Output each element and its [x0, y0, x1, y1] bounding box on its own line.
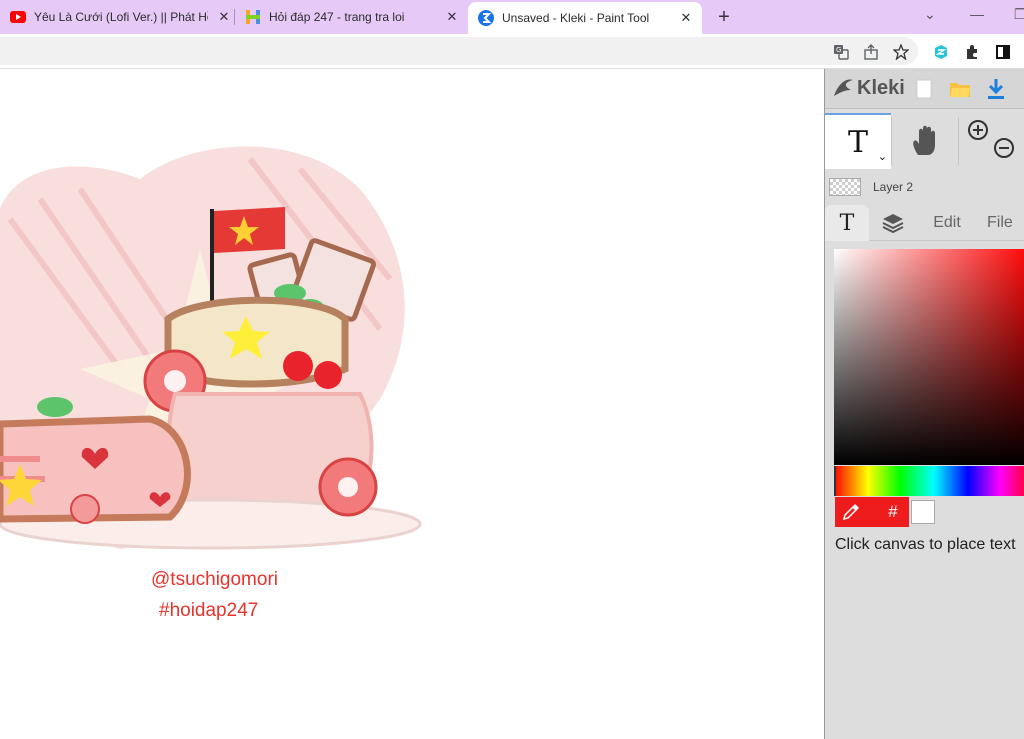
- secondary-color-swatch[interactable]: [911, 500, 935, 524]
- hand-icon: [913, 125, 935, 155]
- tab-hoidap247[interactable]: Hỏi đáp 247 - trang tra loi ✕: [245, 0, 460, 34]
- new-file-icon: [916, 79, 932, 99]
- eyedropper-icon: [842, 503, 860, 521]
- cake-illustration: [0, 146, 422, 550]
- tool-row: T ⌄: [825, 113, 1024, 169]
- eyedropper-button[interactable]: [835, 497, 867, 527]
- side-panel-icon[interactable]: [994, 43, 1012, 61]
- chevron-down-icon[interactable]: ⌄: [878, 150, 887, 163]
- hand-tool-button[interactable]: [892, 113, 958, 169]
- bookmark-star-icon[interactable]: [892, 43, 910, 61]
- browser-toolbar: G: [0, 34, 1024, 68]
- text-tool-hint: Click canvas to place text: [835, 536, 1016, 553]
- download-icon: [988, 79, 1004, 99]
- color-controls: #: [835, 497, 1024, 527]
- tab-title: Yêu Là Cưới (Lofi Ver.) || Phát Hồ: [34, 10, 208, 24]
- tab-youtube[interactable]: Yêu Là Cưới (Lofi Ver.) || Phát Hồ ✕: [10, 0, 232, 34]
- restore-button[interactable]: ❐: [1014, 6, 1024, 23]
- tab-title: Hỏi đáp 247 - trang tra loi: [269, 10, 405, 24]
- hoidap-icon: [245, 9, 261, 25]
- kleki-sidebar: Kleki T ⌄ Layer 2 T Edit File # Click ca…: [824, 69, 1024, 739]
- tab-title: Unsaved - Kleki - Paint Tool: [502, 11, 650, 25]
- kleki-logo-text: Kleki: [857, 76, 905, 99]
- youtube-icon: [10, 9, 26, 25]
- close-tab-icon[interactable]: ✕: [678, 10, 694, 26]
- translate-icon[interactable]: G: [832, 43, 850, 61]
- hex-input-button[interactable]: #: [877, 497, 909, 527]
- layer-name: Layer 2: [873, 180, 914, 194]
- address-bar[interactable]: [0, 37, 918, 65]
- zoom-controls: [959, 113, 1024, 169]
- credit-username: @tsuchigomori: [151, 569, 278, 590]
- zoom-in-icon[interactable]: [967, 119, 989, 141]
- kleki-header: Kleki: [825, 69, 1024, 109]
- panel-tabs: T Edit File: [825, 205, 1024, 241]
- share-icon[interactable]: [862, 43, 880, 61]
- text-tool-button[interactable]: T ⌄: [825, 113, 891, 169]
- text-tab-icon: T: [839, 210, 855, 236]
- tab-file[interactable]: File: [987, 205, 1024, 241]
- active-layer-row[interactable]: Layer 2: [825, 173, 1024, 201]
- tab-layers[interactable]: [871, 205, 915, 241]
- tab-kleki[interactable]: Unsaved - Kleki - Paint Tool ✕: [468, 2, 702, 34]
- minimize-button[interactable]: —: [970, 6, 984, 22]
- new-image-button[interactable]: [909, 75, 939, 103]
- hue-slider[interactable]: [834, 466, 1024, 496]
- open-file-button[interactable]: [945, 75, 975, 103]
- kleki-logo[interactable]: Kleki: [831, 76, 905, 100]
- hue-slider-handle[interactable]: [834, 466, 836, 496]
- text-tool-icon: T: [847, 124, 868, 160]
- tab-separator: [234, 9, 235, 25]
- zoom-out-icon[interactable]: [993, 137, 1015, 159]
- new-tab-button[interactable]: +: [712, 5, 736, 29]
- extension-icon[interactable]: [932, 43, 950, 61]
- save-button[interactable]: [981, 75, 1011, 103]
- tab-edit[interactable]: Edit: [923, 205, 971, 241]
- tab-text-settings[interactable]: T: [825, 205, 869, 241]
- close-tab-icon[interactable]: ✕: [216, 9, 232, 25]
- layers-icon: [882, 214, 904, 234]
- credit-hashtag: #hoidap247: [159, 600, 259, 621]
- kleki-icon: [478, 10, 494, 26]
- svg-text:G: G: [836, 46, 841, 54]
- tab-search-icon[interactable]: ⌄: [924, 6, 936, 23]
- puzzle-icon[interactable]: [963, 43, 981, 61]
- layer-thumbnail: [829, 178, 861, 196]
- close-tab-icon[interactable]: ✕: [444, 9, 460, 25]
- browser-tab-bar: Yêu Là Cưới (Lofi Ver.) || Phát Hồ ✕ Hỏi…: [0, 0, 1024, 34]
- drawing-canvas[interactable]: @tsuchigomori #hoidap247: [0, 69, 824, 739]
- color-saturation-picker[interactable]: [834, 249, 1024, 465]
- kleki-logo-icon: [834, 79, 853, 96]
- folder-icon: [950, 83, 970, 97]
